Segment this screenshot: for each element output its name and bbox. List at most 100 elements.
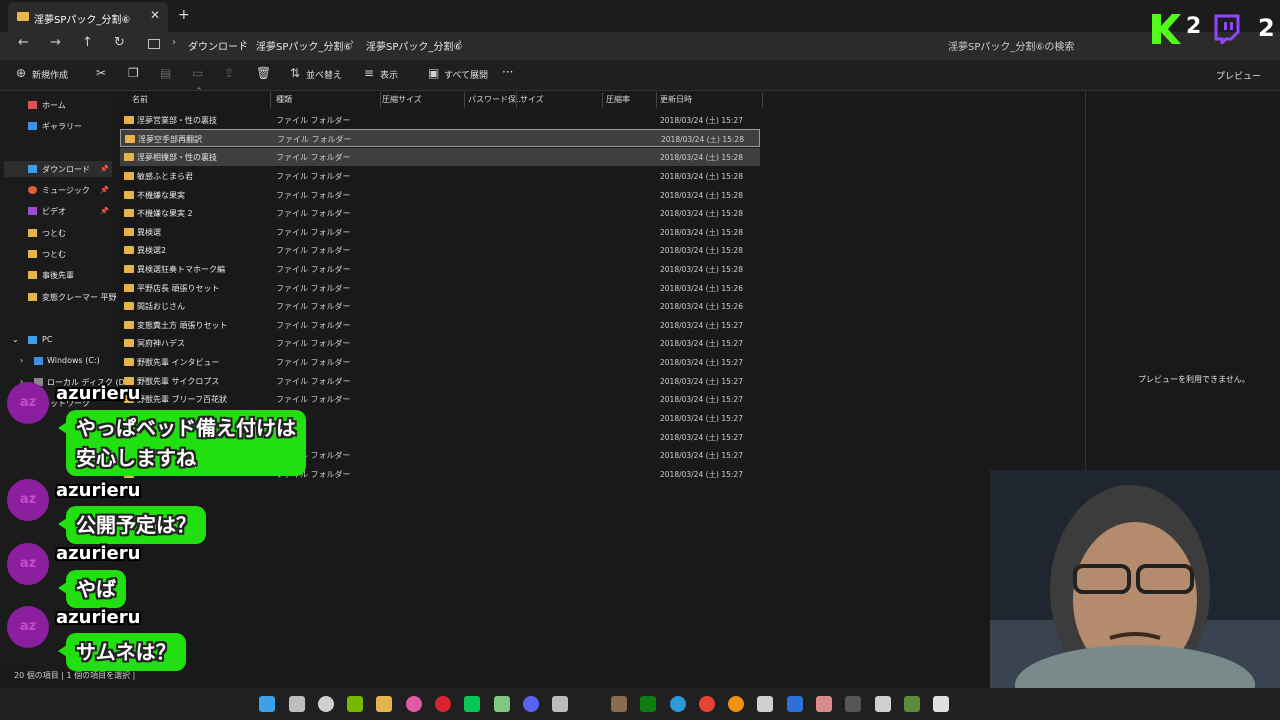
- column-divider[interactable]: [516, 92, 517, 108]
- column-divider[interactable]: [602, 92, 603, 108]
- breadcrumb-item[interactable]: ダウンロード: [188, 38, 248, 53]
- file-row[interactable]: 異検選2 ファイル フォルダー 2018/03/24 (土) 15:28: [120, 241, 760, 259]
- sidebar-item-downloads[interactable]: ダウンロード: [42, 164, 90, 175]
- vim-icon[interactable]: [494, 696, 510, 712]
- sidebar-item-music[interactable]: ミュージック: [42, 185, 90, 196]
- file-row[interactable]: 不機嫌な果実 2 ファイル フォルダー 2018/03/24 (土) 15:28: [120, 204, 760, 222]
- search-input[interactable]: 淫夢SPパック_分割⑥の検索: [938, 33, 1150, 55]
- file-type: ファイル フォルダー: [276, 358, 351, 367]
- pin-icon: 📌: [100, 207, 109, 215]
- app-icon[interactable]: [757, 696, 773, 712]
- rename-icon[interactable]: ▭: [192, 66, 203, 80]
- file-row[interactable]: 冥府神ハデス ファイル フォルダー 2018/03/24 (土) 15:27: [120, 334, 760, 352]
- minecraft-icon[interactable]: [904, 696, 920, 712]
- sort-button[interactable]: 並べ替え: [306, 68, 342, 81]
- file-row[interactable]: 変態糞土方 頑張りセット ファイル フォルダー 2018/03/24 (土) 15:…: [120, 316, 760, 334]
- settings-icon[interactable]: [318, 696, 334, 712]
- folder-icon: [124, 209, 134, 217]
- breadcrumb-item[interactable]: 淫夢SPパック_分割⑥: [366, 38, 462, 53]
- file-row-selected[interactable]: 淫夢空手部再翻訳 ファイル フォルダー 2018/03/24 (土) 15:28: [120, 129, 760, 147]
- address-bar-row: ← → ↑ ↻ › ダウンロード › 淫夢SPパック_分割⑥ › 淫夢SPパック…: [0, 32, 1280, 60]
- sidebar-item-folder[interactable]: 変態クレーマー 平野: [42, 292, 117, 303]
- more-button[interactable]: ···: [502, 65, 513, 79]
- obs-icon[interactable]: [435, 696, 451, 712]
- column-header-name[interactable]: 名前: [132, 94, 148, 105]
- forward-button[interactable]: →: [50, 35, 61, 50]
- file-row[interactable]: 野獣先輩 サイクロプス ファイル フォルダー 2018/03/24 (土) 15:2…: [120, 372, 760, 390]
- sidebar-item-folder[interactable]: つとむ: [42, 249, 66, 260]
- column-header-size[interactable]: サイズ: [520, 94, 544, 105]
- breadcrumb-item[interactable]: 淫夢SPパック_分割⑥: [256, 38, 352, 53]
- file-date: 2018/03/24 (土) 15:26: [660, 302, 743, 311]
- column-divider[interactable]: [270, 92, 271, 108]
- file-type: ファイル フォルダー: [276, 321, 351, 330]
- network-icon[interactable]: [552, 696, 568, 712]
- app-icon[interactable]: [787, 696, 803, 712]
- paste-icon[interactable]: ▤: [160, 66, 171, 80]
- chat-username: azurieru: [56, 607, 141, 628]
- app-icon[interactable]: [611, 696, 627, 712]
- delete-icon[interactable]: 🗑: [256, 66, 271, 80]
- refresh-button[interactable]: ↻: [114, 35, 125, 50]
- sidebar-item-home[interactable]: ホーム: [42, 100, 66, 111]
- column-header-type[interactable]: 種類: [276, 94, 292, 105]
- column-divider[interactable]: [656, 92, 657, 108]
- column-header-modified[interactable]: 更新日時: [660, 94, 692, 105]
- app-icon[interactable]: [816, 696, 832, 712]
- column-divider[interactable]: [762, 92, 763, 108]
- app-icon[interactable]: [845, 696, 861, 712]
- file-row[interactable]: 敏感ふとまら君 ファイル フォルダー 2018/03/24 (土) 15:28: [120, 167, 760, 185]
- file-row[interactable]: 異検選狂奏トマホーク編 ファイル フォルダー 2018/03/24 (土) 15:2…: [120, 260, 760, 278]
- start-icon[interactable]: [259, 696, 275, 712]
- line-icon[interactable]: [464, 696, 480, 712]
- file-row[interactable]: 不機嫌な果実 ファイル フォルダー 2018/03/24 (土) 15:28: [120, 186, 760, 204]
- view-button[interactable]: 表示: [380, 68, 398, 81]
- file-explorer-icon[interactable]: [376, 696, 392, 712]
- cut-icon[interactable]: ✂: [96, 66, 106, 80]
- copy-icon[interactable]: ❐: [128, 66, 139, 80]
- up-button[interactable]: ↑: [82, 35, 93, 50]
- edge-icon[interactable]: [670, 696, 686, 712]
- windows-drive-icon: [34, 357, 43, 365]
- app-icon[interactable]: [728, 696, 744, 712]
- sidebar-item-drive-c[interactable]: Windows (C:): [47, 356, 100, 365]
- extract-all-button[interactable]: すべて展開: [444, 68, 488, 81]
- sidebar-item-gallery[interactable]: ギャラリー: [42, 121, 82, 132]
- extract-icon: ▣: [428, 66, 440, 80]
- file-row[interactable]: 異検選 ファイル フォルダー 2018/03/24 (土) 15:28: [120, 223, 760, 241]
- file-row[interactable]: 淫夢営業部・性の裏技 ファイル フォルダー 2018/03/24 (土) 15:27: [120, 111, 760, 129]
- preview-toggle-button[interactable]: プレビュー: [1216, 69, 1261, 82]
- chat-username: azurieru: [56, 383, 141, 404]
- xbox-icon[interactable]: [640, 696, 656, 712]
- nvidia-icon[interactable]: [347, 696, 363, 712]
- new-tab-button[interactable]: +: [178, 7, 190, 23]
- discord-icon[interactable]: [523, 696, 539, 712]
- column-header-compressed-size[interactable]: 圧縮サイズ: [382, 94, 422, 105]
- column-header-ratio[interactable]: 圧縮率: [606, 94, 630, 105]
- file-row[interactable]: 野獣先輩 インタビュー ファイル フォルダー 2018/03/24 (土) 15:2…: [120, 353, 760, 371]
- file-row[interactable]: 平野店長 頑張りセット ファイル フォルダー 2018/03/24 (土) 15:2…: [120, 279, 760, 297]
- address-bar[interactable]: › ダウンロード › 淫夢SPパック_分割⑥ › 淫夢SPパック_分割⑥ ›: [140, 33, 930, 57]
- chevron-right-icon[interactable]: ›: [20, 356, 23, 365]
- tab-active[interactable]: 淫夢SPパック_分割⑥ ✕: [8, 2, 168, 32]
- app-icon[interactable]: [406, 696, 422, 712]
- chrome-icon[interactable]: [699, 696, 715, 712]
- sidebar-item-pc[interactable]: PC: [42, 335, 52, 344]
- share-icon[interactable]: ⇪: [224, 66, 234, 80]
- app-icon[interactable]: [875, 696, 891, 712]
- app-icon[interactable]: [933, 696, 949, 712]
- file-row-hovered[interactable]: 淫夢相撲部・性の裏技 ファイル フォルダー 2018/03/24 (土) 15:28: [120, 148, 760, 166]
- tab-close-button[interactable]: ✕: [150, 8, 160, 22]
- sidebar-item-folder[interactable]: つとむ: [42, 228, 66, 239]
- new-button[interactable]: 新規作成: [32, 68, 68, 81]
- column-divider[interactable]: [380, 92, 381, 108]
- chat-message-line: やっぱベッド備え付けは: [76, 416, 296, 440]
- file-row[interactable]: 野獣先輩 ブリーフ百花狀 ファイル フォルダー 2018/03/24 (土) 15:…: [120, 390, 760, 408]
- sidebar-item-folder[interactable]: 事後先輩: [42, 270, 74, 281]
- file-row[interactable]: 間話おじさん ファイル フォルダー 2018/03/24 (土) 15:26: [120, 297, 760, 315]
- column-divider[interactable]: [464, 92, 465, 108]
- sidebar-item-video[interactable]: ビデオ: [42, 206, 66, 217]
- task-view-icon[interactable]: [289, 696, 305, 712]
- back-button[interactable]: ←: [18, 35, 29, 50]
- chevron-down-icon[interactable]: ⌄: [12, 335, 19, 344]
